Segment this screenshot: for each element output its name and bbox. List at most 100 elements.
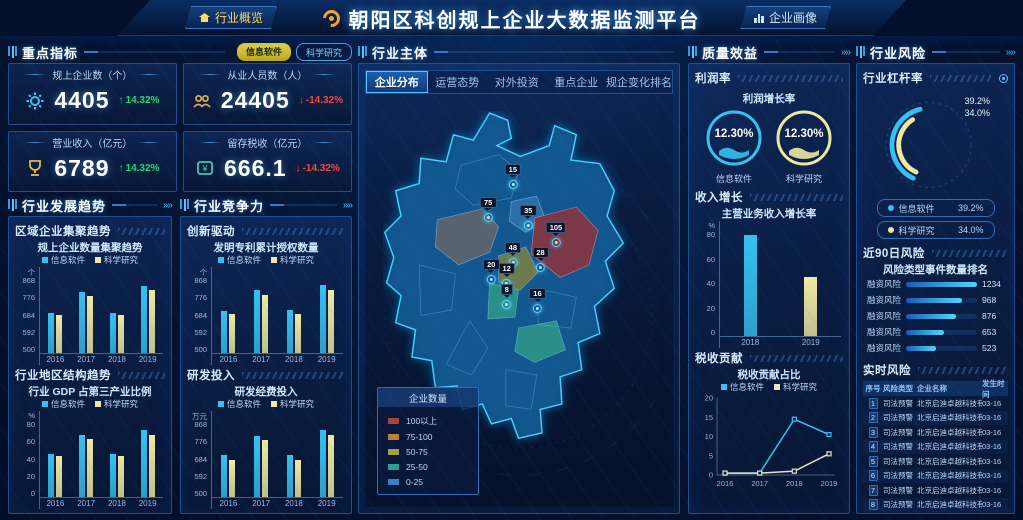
table-row[interactable]: 7司法预警北京启迪卓越科技有限公司03-16 [863, 483, 1008, 498]
table-row[interactable]: 8司法预警北京启迪卓越科技有限公司03-16 [863, 498, 1008, 513]
chart-body: 万元8687766845925002016201720182019 [187, 410, 345, 509]
stat-label: 营业收入（亿元） [52, 135, 132, 150]
bar [287, 455, 293, 497]
chart-title: 行业 GDP 占第三产业比例 [15, 384, 165, 398]
table-row[interactable]: 5司法预警北京启迪卓越科技有限公司03-16 [863, 454, 1008, 469]
legend-item: 科学研究 [271, 398, 314, 410]
pin-dot-icon [536, 263, 545, 272]
more-icon[interactable]: »» [841, 47, 850, 58]
bar-group: 2019 [132, 411, 163, 509]
table-row[interactable]: 4司法预警北京启迪卓越科技有限公司03-16 [863, 440, 1008, 455]
legend-dot [888, 205, 894, 211]
map-pin[interactable]: 28 [532, 247, 548, 272]
bar [110, 313, 116, 353]
gauge-label: 信息软件 [716, 172, 752, 185]
y-axis-ticks: 806040200 [695, 230, 719, 348]
tab-运营态势[interactable]: 运营态势 [428, 71, 488, 93]
map-pin[interactable]: 20 [483, 259, 499, 284]
tab-企业分布[interactable]: 企业分布 [366, 71, 428, 93]
table-row[interactable]: 1司法预警北京启迪卓越科技有限公司03-16 [863, 396, 1008, 411]
hatch-decoration [918, 367, 1008, 374]
bar [229, 314, 235, 353]
hbar-track [906, 330, 977, 335]
map-pin[interactable]: 105 [546, 222, 567, 247]
risk90-heading: 近90日风险 [863, 245, 925, 261]
map-legend-item: 0-25 [378, 474, 478, 489]
tick-label: 20 [15, 472, 35, 481]
table-row[interactable]: 3司法预警北京启迪卓越科技有限公司03-16 [863, 425, 1008, 440]
time-cell: 03-16 [982, 500, 1008, 509]
arrow-down-icon: ↓ [296, 163, 301, 174]
category-label: 2017 [252, 354, 270, 365]
hbar-row: 融资风险1234 [863, 276, 1008, 292]
bar [141, 286, 147, 353]
gear-icon[interactable] [999, 74, 1008, 83]
svg-text:10: 10 [705, 432, 713, 441]
map-pin[interactable]: 75 [480, 197, 496, 222]
chart-legend: 信息软件科学研究 [187, 254, 345, 266]
index-badge: 6 [869, 470, 878, 481]
hatch-decoration [750, 194, 843, 201]
quality-panel: 质量效益 »» 利润率 利润增长率 12.30%信息软件12.30%科学研究 收… [688, 44, 850, 514]
column-header: 发生时间 [982, 378, 1008, 400]
company-name-cell: 北京启迪卓越科技有限公司 [917, 499, 982, 510]
nav-right-label: 企业画像 [769, 9, 817, 26]
industry-main-card: 企业分布运营态势对外投资重点企业规企变化排名 [358, 63, 680, 514]
map-pin[interactable]: 15 [505, 164, 521, 189]
table-row[interactable]: 6司法预警北京启迪卓越科技有限公司03-16 [863, 469, 1008, 484]
bars [102, 267, 133, 354]
divider [313, 142, 335, 143]
row-index: 5 [863, 456, 883, 467]
more-icon[interactable]: »» [163, 200, 172, 211]
nav-enterprise-portrait-button[interactable]: 企业画像 [740, 6, 831, 29]
bars [720, 221, 781, 337]
company-name-cell: 北京启迪卓越科技有限公司 [917, 427, 982, 438]
y-axis-unit: 个 [187, 267, 211, 276]
company-name-cell: 北京启迪卓越科技有限公司 [917, 412, 982, 423]
svg-text:¥: ¥ [201, 164, 208, 174]
category-label: 2016 [219, 498, 237, 509]
tax-line-chart: 税收贡献占比信息软件科学研究051015202016201720182019 [695, 367, 843, 509]
bar [87, 439, 93, 497]
bar [254, 436, 260, 497]
tab-规企变化排名[interactable]: 规企变化排名 [606, 71, 672, 93]
realtime-subheader: 实时风险 [863, 362, 1008, 378]
stat-body: 4405↑14.32% [17, 82, 168, 120]
map-legend-item: 75-100 [378, 429, 478, 444]
legend-swatch [271, 401, 277, 407]
key-indicators-panel: 重点指标 信息软件科学研究 规上企业数（个）4405↑14.32%从业人员数（人… [8, 44, 352, 192]
divider [138, 142, 160, 143]
donut-value-labels: 39.2%34.0% [964, 95, 990, 119]
key-indicators-title: 重点指标 [22, 43, 78, 62]
more-icon[interactable]: »» [1006, 47, 1015, 58]
stat-label: 从业人员数（人） [227, 67, 307, 82]
map-pin[interactable]: 35 [520, 205, 536, 230]
svg-text:2016: 2016 [717, 479, 734, 488]
map-pin[interactable]: 16 [529, 288, 545, 313]
bar [149, 435, 155, 497]
index-badge: 5 [869, 456, 878, 467]
time-cell: 03-16 [982, 442, 1008, 451]
bar [744, 235, 757, 336]
map-pin[interactable]: 8 [501, 284, 513, 309]
legend-item: 科学研究 [774, 381, 817, 393]
badge-科学研究[interactable]: 科学研究 [296, 43, 352, 61]
section-bars-icon [8, 46, 17, 58]
dev-trend-title: 行业发展趋势 [22, 196, 106, 215]
tab-重点企业[interactable]: 重点企业 [547, 71, 607, 93]
tab-对外投资[interactable]: 对外投资 [487, 71, 547, 93]
badge-信息软件[interactable]: 信息软件 [237, 43, 291, 61]
svg-text:0: 0 [709, 471, 713, 480]
bar-group: 2018 [278, 411, 311, 509]
y-axis-unit: % [695, 221, 719, 230]
category-label: 2017 [77, 498, 95, 509]
nav-industry-overview-button[interactable]: 行业概览 [185, 6, 277, 29]
plot-area: 2016201720182019 [211, 411, 343, 509]
bars [40, 267, 71, 354]
stat-cards-grid: 规上企业数（个）4405↑14.32%从业人员数（人）24405↓-14.32%… [8, 63, 352, 192]
more-icon[interactable]: »» [343, 200, 352, 211]
table-row[interactable]: 2司法预警北京启迪卓越科技有限公司03-16 [863, 411, 1008, 426]
legend-item: 科学研究 [95, 254, 138, 266]
innovation-heading: 创新驱动 [187, 223, 235, 239]
pin-value: 75 [480, 197, 496, 208]
